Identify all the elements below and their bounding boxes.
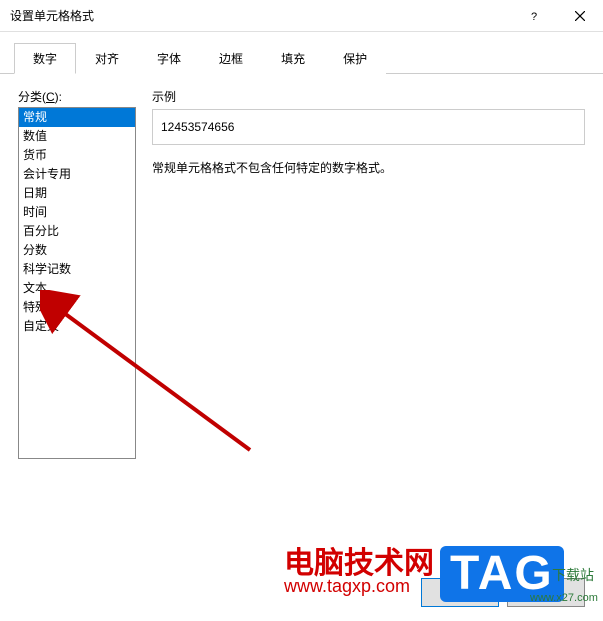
help-icon: ? (529, 11, 539, 21)
format-description: 常规单元格格式不包含任何特定的数字格式。 (152, 159, 585, 176)
watermark-side1: 下载站 (552, 565, 594, 585)
window-title: 设置单元格格式 (10, 7, 511, 24)
close-icon (575, 11, 585, 21)
list-item[interactable]: 特殊 (19, 298, 135, 317)
svg-text:?: ? (531, 11, 537, 21)
tab-border[interactable]: 边框 (200, 43, 262, 74)
list-item[interactable]: 数值 (19, 127, 135, 146)
tab-protection[interactable]: 保护 (324, 43, 386, 74)
close-button[interactable] (557, 0, 603, 32)
category-listbox[interactable]: 常规 数值 货币 会计专用 日期 时间 百分比 分数 科学记数 文本 特殊 自定… (18, 107, 136, 459)
tab-fill[interactable]: 填充 (262, 43, 324, 74)
watermark-url: www.tagxp.com (284, 576, 410, 597)
details-column: 示例 12453574656 常规单元格格式不包含任何特定的数字格式。 (152, 88, 585, 459)
list-item[interactable]: 百分比 (19, 222, 135, 241)
tab-font[interactable]: 字体 (138, 43, 200, 74)
list-item[interactable]: 分数 (19, 241, 135, 260)
sample-value: 12453574656 (152, 109, 585, 145)
titlebar: 设置单元格格式 ? (0, 0, 603, 32)
sample-label: 示例 (152, 88, 585, 105)
list-item[interactable]: 自定义 (19, 317, 135, 336)
list-item[interactable]: 会计专用 (19, 165, 135, 184)
list-item[interactable]: 文本 (19, 279, 135, 298)
list-item[interactable]: 货币 (19, 146, 135, 165)
list-item[interactable]: 常规 (19, 108, 135, 127)
tab-number[interactable]: 数字 (14, 43, 76, 74)
category-column: 分类(C): 常规 数值 货币 会计专用 日期 时间 百分比 分数 科学记数 文… (18, 88, 136, 459)
list-item[interactable]: 科学记数 (19, 260, 135, 279)
watermark-side2: www.x27.com (530, 592, 598, 604)
tab-alignment[interactable]: 对齐 (76, 43, 138, 74)
category-label: 分类(C): (18, 88, 136, 105)
tabs-bar: 数字 对齐 字体 边框 填充 保护 (0, 32, 603, 74)
list-item[interactable]: 时间 (19, 203, 135, 222)
list-item[interactable]: 日期 (19, 184, 135, 203)
help-button[interactable]: ? (511, 0, 557, 32)
content-area: 分类(C): 常规 数值 货币 会计专用 日期 时间 百分比 分数 科学记数 文… (0, 74, 603, 473)
